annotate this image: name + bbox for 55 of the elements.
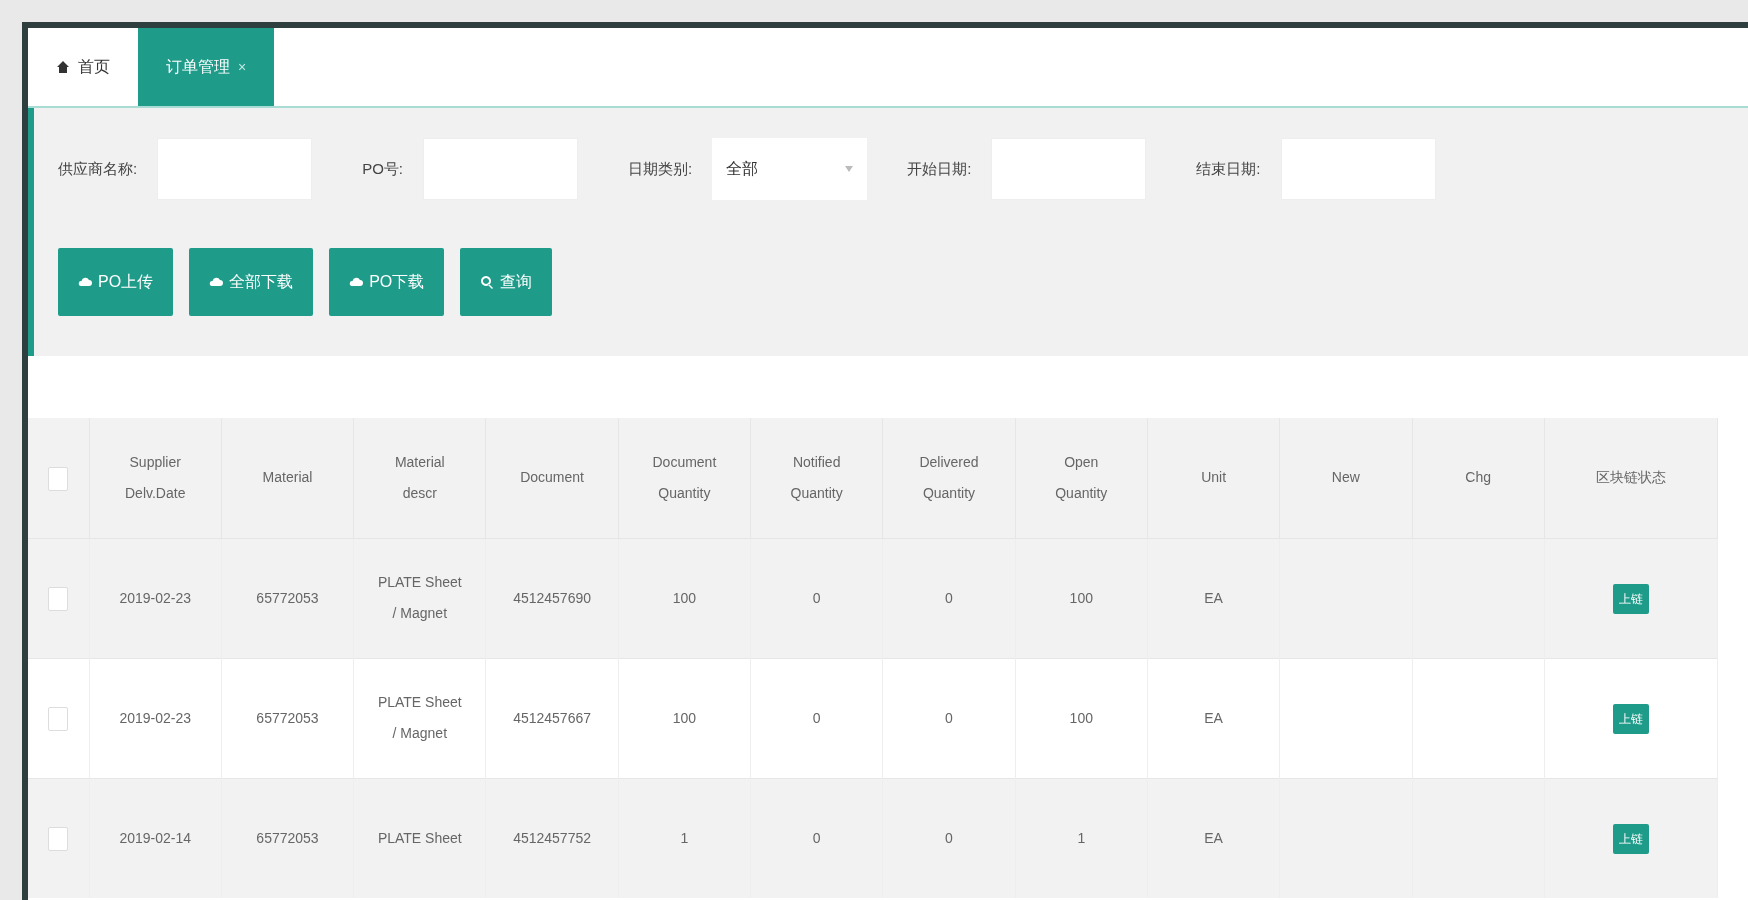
table-cell: 4512457690 (485, 538, 619, 658)
column-header: Delivered Quantity (882, 418, 1016, 538)
table-cell: EA (1147, 778, 1280, 898)
table-cell: 0 (750, 538, 883, 658)
checkbox[interactable] (48, 586, 69, 611)
action-button[interactable]: 全部下载 (189, 248, 314, 316)
table-cell: 100 (618, 538, 751, 658)
column-header: Chg (1412, 418, 1545, 538)
checkbox[interactable] (48, 706, 69, 731)
column-header: 区块链状态 (1544, 418, 1718, 538)
action-button[interactable]: PO上传 (58, 248, 174, 316)
table-cell: 0 (882, 778, 1016, 898)
status-badge: 上链 (1612, 583, 1649, 614)
table-cell: 2019-02-23 (89, 538, 222, 658)
checkbox[interactable] (48, 827, 69, 852)
column-header: New (1279, 418, 1413, 538)
column-header: Document (485, 418, 619, 538)
status-badge: 上链 (1612, 703, 1649, 734)
column-header: Material descr (353, 418, 486, 538)
table-cell: 65772053 (221, 538, 354, 658)
table-cell: PLATE Sheet (353, 778, 486, 898)
column-header: Open Quantity (1015, 418, 1148, 538)
tab[interactable]: 订单管理 × (138, 28, 275, 106)
home-icon (56, 60, 70, 74)
table-cell: 0 (882, 538, 1016, 658)
field-label: PO号: (362, 158, 403, 179)
field-label: 供应商名称: (58, 158, 138, 179)
table-cell: 2019-02-14 (89, 778, 222, 898)
close-icon[interactable]: × (238, 56, 247, 78)
search-icon (480, 275, 495, 289)
table-cell: PLATE Sheet / Magnet (353, 538, 486, 658)
select-field[interactable]: 全部 (712, 138, 868, 200)
table-cell: EA (1147, 538, 1280, 658)
table-cell: 0 (750, 778, 883, 898)
caret-icon (845, 166, 854, 172)
cloud-icon (209, 275, 224, 289)
column-header: Material (221, 418, 354, 538)
cloud-icon (78, 275, 92, 289)
column-header: Supplier Delv.Date (89, 418, 222, 538)
action-button[interactable]: PO下载 (329, 248, 445, 316)
table-cell: 1 (618, 778, 751, 898)
search-button[interactable]: 查询 (460, 248, 553, 316)
table-cell: 4512457752 (485, 778, 619, 898)
field-label: 开始日期: (907, 158, 972, 179)
table-cell: 100 (1015, 538, 1148, 658)
status-badge: 上链 (1612, 823, 1649, 854)
column-header: Document Quantity (618, 418, 751, 538)
column-header: Notified Quantity (750, 418, 883, 538)
table-cell: 1 (1015, 778, 1148, 898)
cloud-icon (349, 275, 364, 289)
table-cell: 65772053 (221, 778, 354, 898)
column-header: Unit (1147, 418, 1280, 538)
field-label: 结束日期: (1196, 158, 1261, 179)
checkbox[interactable] (48, 466, 69, 491)
field-label: 日期类别: (628, 158, 693, 179)
